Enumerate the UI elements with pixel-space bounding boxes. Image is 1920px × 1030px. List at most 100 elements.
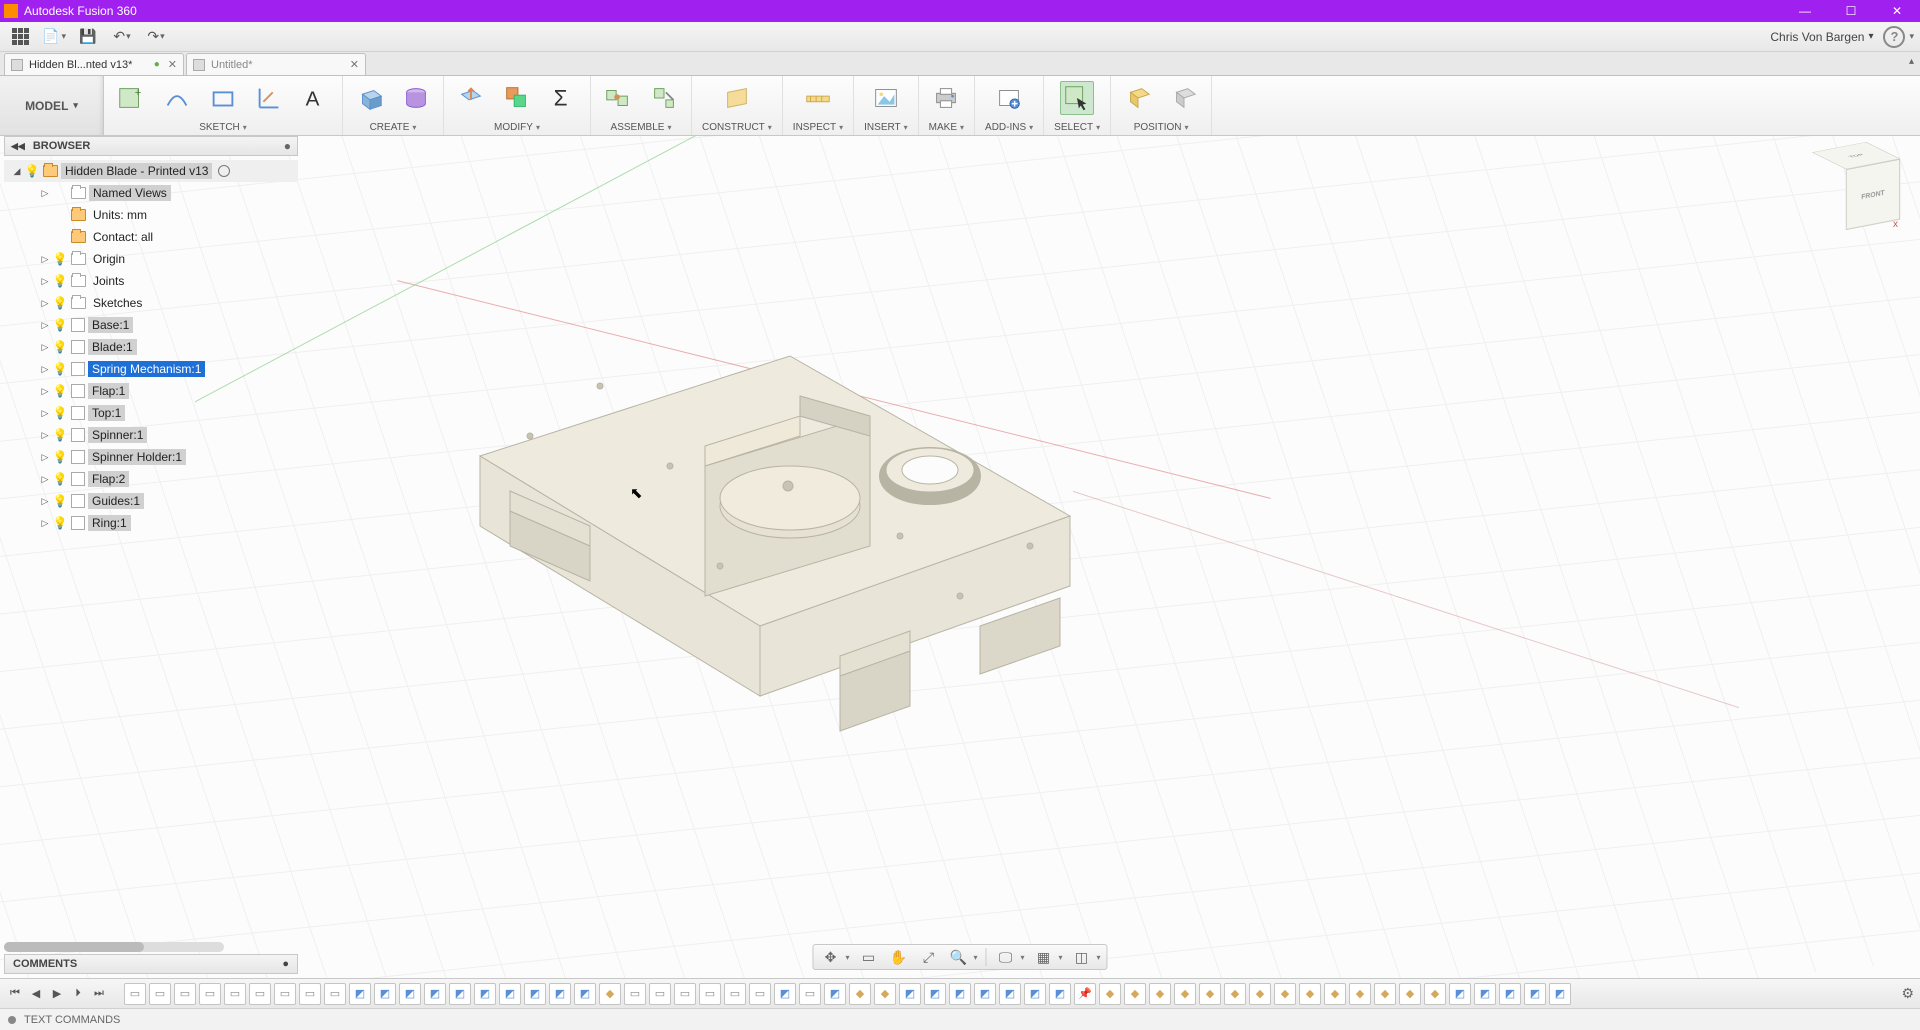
timeline-feature[interactable]: ◆ bbox=[1374, 983, 1396, 1005]
combine-button[interactable] bbox=[500, 81, 534, 115]
visibility-bulb-icon[interactable]: 💡 bbox=[52, 340, 68, 354]
as-built-button[interactable] bbox=[647, 81, 681, 115]
joint-button[interactable] bbox=[601, 81, 635, 115]
timeline-feature[interactable]: ▭ bbox=[624, 983, 646, 1005]
tree-item[interactable]: ▷💡Base:1 bbox=[4, 314, 298, 336]
timeline-start-button[interactable]: ⏮ bbox=[6, 985, 24, 1003]
zoom-button[interactable]: ⤢ bbox=[917, 947, 939, 967]
visibility-bulb-icon[interactable]: 💡 bbox=[52, 296, 68, 310]
tree-item[interactable]: ▷💡Ring:1 bbox=[4, 512, 298, 534]
timeline-feature[interactable]: ◩ bbox=[949, 983, 971, 1005]
timeline-feature[interactable]: ▭ bbox=[649, 983, 671, 1005]
timeline-feature[interactable]: ◩ bbox=[524, 983, 546, 1005]
pan-button[interactable]: ✋ bbox=[887, 947, 909, 967]
timeline-feature[interactable]: ◩ bbox=[399, 983, 421, 1005]
data-panel-button[interactable] bbox=[6, 25, 34, 49]
select-button[interactable] bbox=[1060, 81, 1094, 115]
sketch-create-button[interactable]: + bbox=[114, 81, 148, 115]
timeline-prev-button[interactable]: ◀ bbox=[27, 985, 45, 1003]
panel-menu-button[interactable]: ● bbox=[282, 958, 289, 970]
timeline-feature[interactable]: ◆ bbox=[849, 983, 871, 1005]
timeline-feature[interactable]: ◆ bbox=[599, 983, 621, 1005]
line-button[interactable] bbox=[160, 81, 194, 115]
visibility-bulb-icon[interactable]: 💡 bbox=[52, 318, 68, 332]
timeline-feature[interactable]: ▭ bbox=[299, 983, 321, 1005]
tree-item[interactable]: ▷💡Flap:2 bbox=[4, 468, 298, 490]
timeline-feature[interactable]: ▭ bbox=[749, 983, 771, 1005]
tree-item[interactable]: ▷💡Top:1 bbox=[4, 402, 298, 424]
visibility-bulb-icon[interactable]: 💡 bbox=[52, 406, 68, 420]
rect-button[interactable] bbox=[206, 81, 240, 115]
close-tab-button[interactable]: ✕ bbox=[350, 58, 359, 71]
timeline-feature[interactable]: ▭ bbox=[674, 983, 696, 1005]
timeline-feature[interactable]: ◩ bbox=[474, 983, 496, 1005]
timeline-feature[interactable]: ◆ bbox=[1324, 983, 1346, 1005]
visibility-bulb-icon[interactable]: 💡 bbox=[52, 494, 68, 508]
horizontal-scrollbar[interactable] bbox=[4, 942, 224, 952]
text-button[interactable]: A bbox=[298, 81, 332, 115]
canvas-viewport[interactable]: ⬉ ◀◀ BROWSER ● ◢💡Hidden Blade - Printed … bbox=[0, 136, 1920, 978]
look-at-button[interactable]: ▭ bbox=[857, 947, 879, 967]
measure-button[interactable] bbox=[801, 81, 835, 115]
timeline-feature[interactable]: ◆ bbox=[1174, 983, 1196, 1005]
timeline-settings-button[interactable]: ⚙ bbox=[1901, 985, 1914, 1002]
tree-item[interactable]: ▷Named Views bbox=[4, 182, 298, 204]
timeline-feature[interactable]: ◩ bbox=[824, 983, 846, 1005]
grid-settings-button[interactable]: ▦ bbox=[1033, 947, 1055, 967]
capture-button[interactable] bbox=[1121, 81, 1155, 115]
timeline-feature[interactable]: ◆ bbox=[1424, 983, 1446, 1005]
close-button[interactable]: ✕ bbox=[1874, 0, 1920, 22]
visibility-bulb-icon[interactable]: 💡 bbox=[52, 362, 68, 376]
timeline-feature[interactable]: ◩ bbox=[499, 983, 521, 1005]
timeline-feature[interactable]: ◆ bbox=[1349, 983, 1371, 1005]
timeline-feature[interactable]: ▭ bbox=[124, 983, 146, 1005]
timeline-feature[interactable]: ◩ bbox=[1049, 983, 1071, 1005]
timeline-end-button[interactable]: ⏭ bbox=[90, 985, 108, 1003]
timeline-feature[interactable]: ◩ bbox=[1524, 983, 1546, 1005]
timeline-feature[interactable]: ◩ bbox=[774, 983, 796, 1005]
revert-button[interactable] bbox=[1167, 81, 1201, 115]
timeline-feature[interactable]: ◩ bbox=[449, 983, 471, 1005]
timeline-next-button[interactable]: ⏵ bbox=[69, 985, 87, 1003]
fit-button[interactable]: 🔍 bbox=[947, 947, 969, 967]
user-menu[interactable]: Chris Von Bargen bbox=[1770, 30, 1873, 44]
tree-item[interactable]: ▷💡Spinner:1 bbox=[4, 424, 298, 446]
revolve-button[interactable] bbox=[399, 81, 433, 115]
ribbon-label[interactable]: ASSEMBLE bbox=[611, 122, 672, 133]
ribbon-label[interactable]: INSERT bbox=[864, 122, 908, 133]
undo-button[interactable]: ↶▾ bbox=[108, 25, 136, 49]
ribbon-label[interactable]: MODIFY bbox=[494, 122, 540, 133]
ribbon-label[interactable]: CREATE bbox=[370, 122, 417, 133]
image-button[interactable] bbox=[869, 81, 903, 115]
tree-root[interactable]: ◢💡Hidden Blade - Printed v13 bbox=[4, 160, 298, 182]
plane-button[interactable] bbox=[720, 81, 754, 115]
document-tab[interactable]: Untitled* ✕ bbox=[186, 53, 366, 75]
timeline-feature[interactable]: ◩ bbox=[549, 983, 571, 1005]
timeline-feature[interactable]: ◆ bbox=[1224, 983, 1246, 1005]
save-button[interactable]: 💾 bbox=[74, 25, 102, 49]
viewcube[interactable]: z x TOP FRONT RIGHT bbox=[1816, 146, 1896, 236]
timeline-feature[interactable]: ◩ bbox=[574, 983, 596, 1005]
help-button[interactable]: ? bbox=[1883, 26, 1905, 48]
redo-button[interactable]: ↷▾ bbox=[142, 25, 170, 49]
tree-item[interactable]: ▷Units: mm bbox=[4, 204, 298, 226]
timeline-feature[interactable]: ◆ bbox=[1199, 983, 1221, 1005]
visibility-bulb-icon[interactable]: 💡 bbox=[52, 516, 68, 530]
timeline-feature[interactable]: ▭ bbox=[249, 983, 271, 1005]
tree-item[interactable]: ▷💡Guides:1 bbox=[4, 490, 298, 512]
ribbon-label[interactable]: CONSTRUCT bbox=[702, 122, 772, 133]
tree-item[interactable]: ▷💡Origin bbox=[4, 248, 298, 270]
timeline-feature[interactable]: ◩ bbox=[1499, 983, 1521, 1005]
viewcube-front[interactable]: FRONT bbox=[1846, 159, 1900, 230]
tree-item[interactable]: ▷💡Spring Mechanism:1 bbox=[4, 358, 298, 380]
timeline-feature[interactable]: ◆ bbox=[1274, 983, 1296, 1005]
display-settings-button[interactable]: 🖵 bbox=[994, 947, 1016, 967]
timeline-feature[interactable]: ◩ bbox=[974, 983, 996, 1005]
ribbon-label[interactable]: MAKE bbox=[929, 122, 964, 133]
timeline-feature[interactable]: ◩ bbox=[999, 983, 1021, 1005]
timeline-feature[interactable]: ◆ bbox=[1249, 983, 1271, 1005]
timeline-feature[interactable]: ▭ bbox=[724, 983, 746, 1005]
minimize-button[interactable]: — bbox=[1782, 0, 1828, 22]
workspace-switcher[interactable]: MODEL bbox=[0, 76, 104, 135]
spline-button[interactable] bbox=[252, 81, 286, 115]
